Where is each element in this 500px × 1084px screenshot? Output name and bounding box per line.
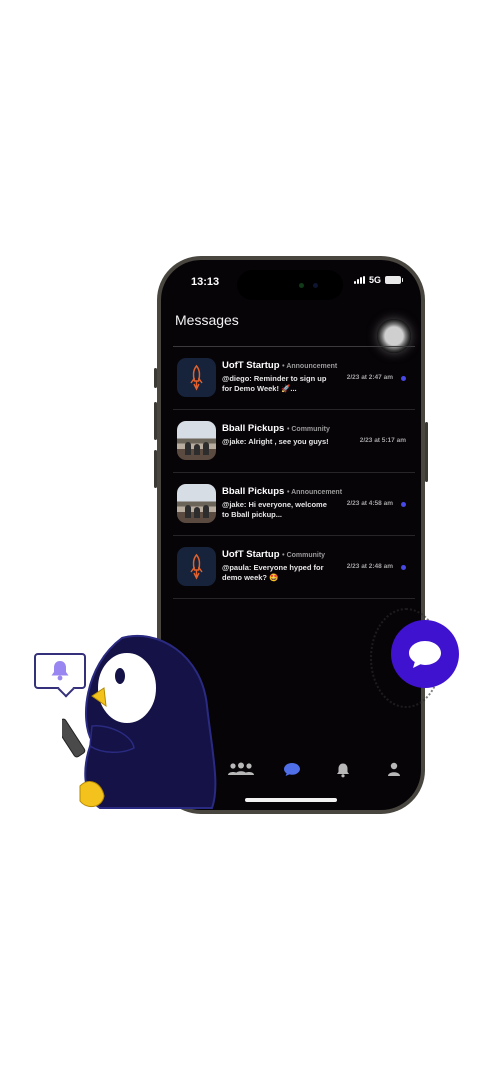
message-header: UofT Startup • Community [222,549,326,560]
chat-bubble-icon [284,763,300,776]
message-time: 2/23 at 2:48 am [346,563,393,570]
status-time: 13:13 [191,276,220,288]
group-name: Bball Pickups [222,423,285,434]
power-button [425,422,428,482]
unread-dot-icon [401,565,406,570]
rocket-logo-icon [177,358,216,397]
message-preview: @paula: Everyone hyped for demo week? 🤩 [222,563,324,582]
network-label: 5G [368,275,381,285]
penguin-mascot [62,634,217,809]
group-name: Bball Pickups [222,486,285,497]
volume-up-button [154,402,157,440]
channel-type: Community [291,426,330,433]
message-list: UofT Startup • Announcement @diego: Remi… [173,347,415,599]
camera-lens [313,283,318,288]
page-title: Messages [175,312,239,328]
tab-messages[interactable] [283,762,301,782]
person-icon [388,762,400,776]
chat-bubble-icon [409,641,441,668]
home-indicator[interactable] [245,798,337,802]
mute-switch [154,368,157,388]
message-row[interactable]: UofT Startup • Announcement @diego: Remi… [173,347,415,410]
message-header: UofT Startup • Announcement [222,360,338,371]
message-time: 2/23 at 4:58 am [346,500,393,507]
group-name: UofT Startup [222,360,280,371]
chat-fab-button[interactable] [391,620,459,688]
channel-type: Announcement [286,363,338,370]
battery-icon [385,276,403,284]
message-preview: @diego: Reminder to sign up for Demo Wee… [222,374,327,393]
tab-profile[interactable] [387,762,401,781]
tab-communities[interactable] [227,762,255,781]
camera-indicator [299,283,304,288]
unread-dot-icon [401,376,406,381]
status-indicators: 5G [353,275,403,285]
tab-notifications[interactable] [335,762,351,783]
message-row[interactable]: Bball Pickups • Community @jake: Alright… [173,410,415,473]
message-row[interactable]: Bball Pickups • Announcement @jake: Hi e… [173,473,415,536]
dynamic-island [237,270,343,300]
bell-icon [337,763,349,778]
court-photo-icon [177,484,216,523]
court-photo-icon [177,421,216,460]
message-time: 2/23 at 5:17 am [359,437,406,444]
message-row[interactable]: UofT Startup • Community @paula: Everyon… [173,536,415,599]
people-icon [228,762,254,775]
message-preview: @jake: Hi everyone, welcome to Bball pic… [222,500,327,519]
rocket-logo-icon [177,547,216,586]
unread-dot-icon [401,502,406,507]
volume-down-button [154,450,157,488]
message-header: Bball Pickups • Announcement [222,486,343,497]
group-name: UofT Startup [222,549,280,560]
signal-icon [353,276,365,284]
message-header: Bball Pickups • Community [222,423,330,434]
channel-type: Announcement [291,489,343,496]
channel-type: Community [286,552,326,559]
message-time: 2/23 at 2:47 am [346,374,393,381]
message-preview: @jake: Alright , see you guys! [222,437,329,446]
